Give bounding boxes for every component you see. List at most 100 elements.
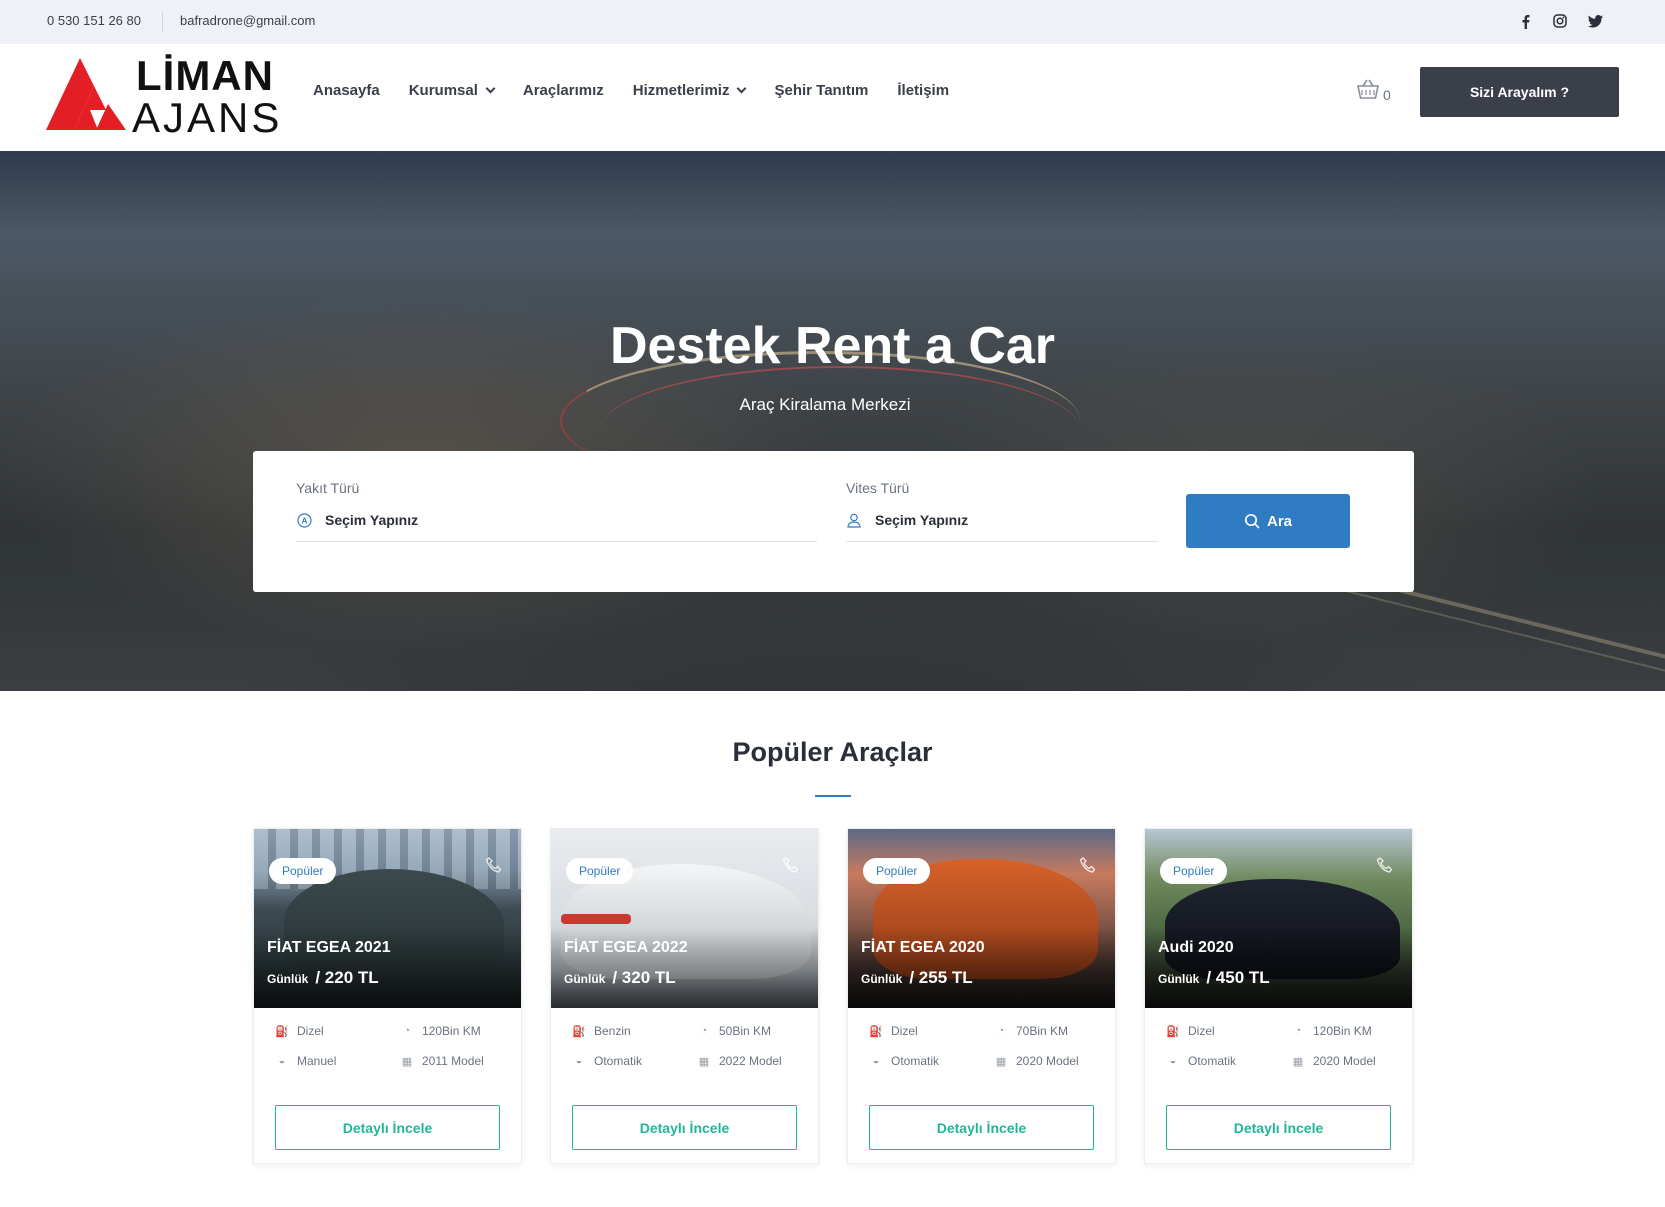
car-price: Günlük / 320 TL	[564, 968, 676, 988]
spec-fuel: ⛽ Dizel	[1166, 1024, 1215, 1038]
main-nav: Anasayfa Kurumsal Araçlarımız Hizmetleri…	[313, 82, 978, 99]
twitter-icon[interactable]	[1586, 12, 1604, 30]
car-name: FİAT EGEA 2021	[267, 939, 391, 956]
cart-button[interactable]: 0	[1356, 78, 1391, 103]
details-button[interactable]: Detaylı İncele	[869, 1105, 1094, 1150]
nav-label: Araçlarımız	[522, 82, 604, 99]
nav-item-kurumsal[interactable]: Kurumsal	[409, 82, 496, 99]
instagram-icon[interactable]	[1551, 12, 1569, 30]
section-title: Popüler Araçlar	[732, 737, 933, 767]
details-button[interactable]: Detaylı İncele	[275, 1105, 500, 1150]
hero-banner: Destek Rent a Car Araç Kiralama Merkezi	[0, 151, 1665, 691]
spec-km: ◔ 120Bin KM	[1291, 1024, 1372, 1038]
fuel-type-label: Yakıt Türü	[296, 480, 360, 496]
facebook-icon[interactable]	[1516, 12, 1534, 30]
car-price: Günlük / 220 TL	[267, 968, 379, 988]
car-image[interactable]: Popüler FİAT EGEA 2022 Günlük / 320 TL	[551, 829, 818, 1008]
popular-badge: Popüler	[863, 858, 931, 884]
topbar-phone[interactable]: 0 530 151 26 80	[47, 13, 141, 28]
calendar-icon: ▦	[995, 1055, 1007, 1068]
speedometer-icon: ◔	[1294, 1025, 1302, 1037]
details-button[interactable]: Detaylı İncele	[1166, 1105, 1391, 1150]
spec-gear: ◒ Otomatik	[869, 1054, 939, 1068]
price-label: Günlük	[267, 972, 309, 986]
search-icon	[1244, 513, 1260, 529]
gear-type-label: Vites Türü	[846, 480, 910, 496]
brand-logo[interactable]: LİMAN AJANS	[46, 52, 279, 142]
nav-label: Hizmetlerimiz	[632, 82, 730, 99]
spec-model: ▦ 2011 Model	[401, 1054, 484, 1068]
nav-item-araclarimiz[interactable]: Araçlarımız	[523, 82, 604, 99]
phone-icon[interactable]	[782, 857, 802, 877]
nav-item-hizmetlerimiz[interactable]: Hizmetlerimiz	[632, 82, 747, 99]
chevron-down-icon	[737, 83, 747, 94]
nav-label: Anasayfa	[313, 82, 380, 99]
main-header: LİMAN AJANS Anasayfa Kurumsal Araçlarımı…	[0, 44, 1665, 151]
gearbox-icon: ◒	[1169, 1055, 1177, 1067]
calendar-icon: ▦	[401, 1055, 413, 1068]
gear-type-value: Seçim Yapınız	[875, 512, 969, 528]
fuel-icon: A	[296, 512, 312, 528]
spec-model: ▦ 2020 Model	[1292, 1054, 1376, 1068]
price-label: Günlük	[1158, 972, 1200, 986]
car-image[interactable]: Popüler Audi 2020 Günlük / 450 TL	[1145, 829, 1412, 1008]
phone-icon[interactable]	[1376, 857, 1396, 877]
brand-line2: AJANS	[132, 94, 283, 141]
popular-badge: Popüler	[566, 858, 634, 884]
price-label: Günlük	[564, 972, 606, 986]
spec-fuel: ⛽ Benzin	[572, 1024, 631, 1038]
fuel-type-value: Seçim Yapınız	[325, 512, 419, 528]
car-image[interactable]: Popüler FİAT EGEA 2020 Günlük / 255 TL	[848, 829, 1115, 1008]
speedometer-icon: ◔	[403, 1025, 411, 1037]
nav-item-iletisim[interactable]: İletişim	[897, 82, 949, 99]
spec-model: ▦ 2020 Model	[995, 1054, 1079, 1068]
search-button[interactable]: Ara	[1186, 494, 1350, 548]
fuel-pump-icon: ⛽	[1166, 1025, 1180, 1038]
spec-gear: ◒ Otomatik	[1166, 1054, 1236, 1068]
search-button-label: Ara	[1266, 512, 1292, 530]
price-value: / 320 TL	[612, 968, 676, 987]
phone-icon[interactable]	[485, 857, 505, 877]
topbar-divider	[162, 12, 163, 32]
fuel-type-select[interactable]: A Seçim Yapınız	[296, 499, 817, 542]
calendar-icon: ▦	[698, 1055, 710, 1068]
nav-item-anasayfa[interactable]: Anasayfa	[313, 82, 380, 99]
spec-km: ◔ 50Bin KM	[697, 1024, 771, 1038]
car-price: Günlük / 255 TL	[861, 968, 973, 988]
gear-type-select[interactable]: Seçim Yapınız	[846, 499, 1158, 542]
car-image[interactable]: Popüler FİAT EGEA 2021 Günlük / 220 TL	[254, 829, 521, 1008]
chevron-down-icon	[485, 83, 496, 94]
calendar-icon: ▦	[1292, 1055, 1304, 1068]
price-value: / 255 TL	[909, 968, 973, 987]
gearbox-icon: ◒	[575, 1055, 583, 1067]
fuel-pump-icon: ⛽	[572, 1025, 586, 1038]
fuel-pump-icon: ⛽	[275, 1025, 289, 1038]
spec-fuel: ⛽ Dizel	[275, 1024, 324, 1038]
call-me-button[interactable]: Sizi Arayalım ?	[1420, 67, 1619, 117]
topbar-email[interactable]: bafradrone@gmail.com	[180, 13, 315, 28]
spec-km: ◔ 70Bin KM	[994, 1024, 1068, 1038]
brand-line1: LİMAN	[136, 52, 274, 99]
car-card[interactable]: Popüler FİAT EGEA 2020 Günlük/ 255 TL ⛽ D…	[847, 828, 1116, 1164]
section-divider	[815, 795, 851, 797]
car-card[interactable]: Popüler FİAT EGEA 2021 Günlük/ 220 TL ⛽ D…	[253, 828, 522, 1164]
details-button[interactable]: Detaylı İncele	[572, 1105, 797, 1150]
basket-icon	[1356, 78, 1380, 103]
price-label: Günlük	[861, 972, 903, 986]
car-card[interactable]: Popüler Audi 2020 Günlük/ 450 TL ⛽ Dizel …	[1144, 828, 1413, 1164]
spec-fuel: ⛽ Dizel	[869, 1024, 918, 1038]
nav-label: Şehir Tanıtım	[774, 82, 869, 99]
hero-title: Destek Rent a Car	[609, 317, 1056, 375]
top-bar: 0 530 151 26 80 bafradrone@gmail.com	[0, 0, 1665, 44]
phone-icon[interactable]	[1079, 857, 1099, 877]
car-taillight	[561, 914, 631, 924]
price-value: / 450 TL	[1206, 968, 1270, 987]
car-price: Günlük / 450 TL	[1158, 968, 1270, 988]
speedometer-icon: ◔	[700, 1025, 708, 1037]
nav-item-sehir-tanitim[interactable]: Şehir Tanıtım	[774, 82, 868, 99]
hero-subtitle: Araç Kiralama Merkezi	[739, 395, 911, 414]
car-card[interactable]: Popüler FİAT EGEA 2022 Günlük / 320 TL ⛽ B…	[550, 828, 819, 1164]
popular-badge: Popüler	[269, 858, 337, 884]
cart-count: 0	[1383, 87, 1391, 103]
spec-gear: ◒ Manuel	[275, 1054, 337, 1068]
